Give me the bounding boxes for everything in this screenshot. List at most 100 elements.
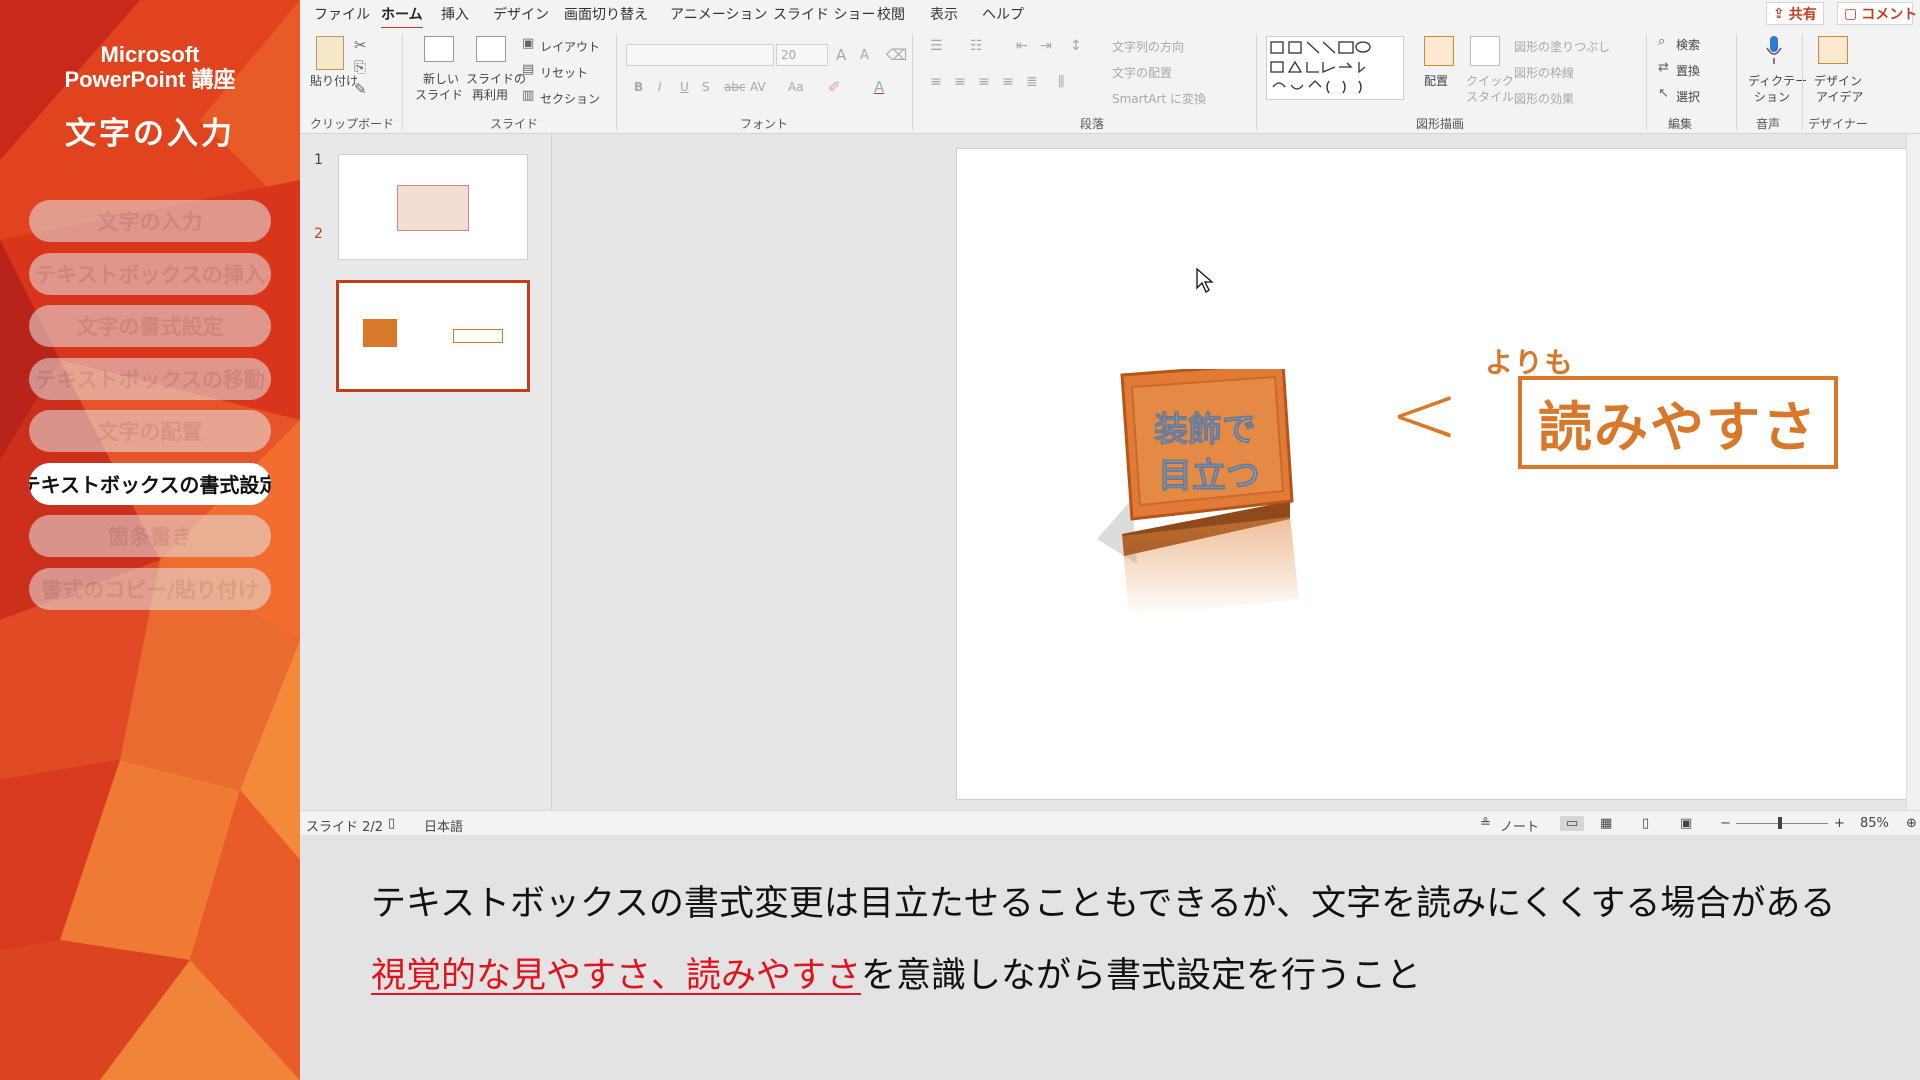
font-color-icon[interactable]: A: [874, 78, 884, 96]
less-than-symbol[interactable]: <: [1389, 365, 1459, 463]
select-button[interactable]: 選択: [1676, 88, 1700, 105]
underline-button[interactable]: U: [680, 80, 689, 94]
char-spacing-button[interactable]: AV: [750, 80, 766, 94]
slide-thumbnail-2[interactable]: [336, 280, 530, 392]
italic-button[interactable]: I: [658, 80, 662, 94]
slide-sorter-icon[interactable]: ▦: [1600, 816, 1612, 831]
highlight-icon[interactable]: ✐: [828, 78, 841, 96]
cut-icon[interactable]: ✂: [354, 36, 367, 54]
shapes-gallery[interactable]: [1266, 36, 1404, 100]
tab-home[interactable]: ホーム: [381, 4, 423, 30]
share-button[interactable]: ⇪ 共有: [1766, 2, 1824, 25]
reading-view-icon[interactable]: ▯: [1642, 816, 1649, 831]
align-center-icon[interactable]: ≡: [954, 74, 966, 90]
change-case-button[interactable]: Aa: [788, 80, 804, 94]
clear-format-icon[interactable]: ⌫: [886, 46, 907, 64]
tab-help[interactable]: ヘルプ: [982, 4, 1024, 24]
format-painter-icon[interactable]: ✎: [354, 80, 367, 98]
tab-review[interactable]: 校閲: [877, 4, 905, 24]
paste-label[interactable]: 貼り付け: [310, 72, 358, 89]
yorimo-text[interactable]: よりも: [1485, 341, 1574, 381]
readable-textbox[interactable]: 読みやすさ: [1518, 376, 1838, 469]
copy-icon[interactable]: ⎘: [354, 58, 366, 76]
align-right-icon[interactable]: ≡: [978, 74, 990, 90]
new-slide-label-2[interactable]: スライド: [415, 86, 463, 103]
tab-file[interactable]: ファイル: [314, 4, 370, 24]
shrink-font-button[interactable]: A: [860, 48, 869, 63]
notes-button[interactable]: ノート: [1500, 816, 1539, 835]
reuse-slides-label-2[interactable]: 再利用: [472, 86, 508, 103]
reuse-slides-icon[interactable]: [476, 36, 506, 62]
bullets-icon[interactable]: ☰: [930, 38, 943, 54]
layout-button[interactable]: レイアウト: [540, 38, 600, 55]
quick-styles-label-2[interactable]: スタイル: [1466, 88, 1514, 105]
tab-transitions[interactable]: 画面切り替え: [564, 4, 648, 24]
shape-effects-button[interactable]: 図形の効果: [1514, 90, 1574, 107]
smartart-button[interactable]: SmartArt に変換: [1112, 90, 1206, 107]
align-left-icon[interactable]: ≡: [930, 74, 942, 90]
columns-icon[interactable]: ⫼: [1058, 74, 1064, 90]
tab-slideshow[interactable]: スライド ショー: [773, 4, 875, 24]
justify-icon[interactable]: ≡: [1002, 74, 1014, 90]
fit-to-window-icon[interactable]: ⊕: [1906, 816, 1917, 831]
new-slide-label-1[interactable]: 新しい: [423, 70, 459, 87]
reset-button[interactable]: リセット: [540, 64, 588, 81]
line-spacing-icon[interactable]: ↕: [1070, 38, 1082, 54]
tab-insert[interactable]: 挿入: [441, 4, 469, 24]
language-indicator[interactable]: 日本語: [424, 816, 463, 835]
menu-item-text-format[interactable]: 文字の書式設定: [29, 305, 271, 347]
replace-button[interactable]: 置換: [1676, 62, 1700, 79]
new-slide-icon[interactable]: [424, 36, 454, 62]
text-direction-button[interactable]: 文字列の方向: [1112, 38, 1184, 55]
tab-design[interactable]: デザイン: [493, 4, 549, 24]
slide-thumbnail-1[interactable]: [338, 154, 528, 260]
find-button[interactable]: 検索: [1676, 36, 1700, 53]
normal-view-icon[interactable]: ▭: [1560, 816, 1585, 831]
zoom-level[interactable]: 85%: [1860, 816, 1889, 831]
shape-outline-button[interactable]: 図形の枠線: [1514, 64, 1574, 81]
comment-button[interactable]: ▢ コメント: [1837, 2, 1917, 25]
design-ideas-label-1[interactable]: デザイン: [1814, 72, 1862, 89]
paste-icon[interactable]: [316, 36, 344, 70]
shadow-button[interactable]: S: [702, 80, 710, 94]
microphone-icon[interactable]: [1764, 34, 1784, 66]
tab-view[interactable]: 表示: [930, 4, 958, 24]
zoom-slider[interactable]: [1736, 817, 1828, 829]
menu-item-text-input[interactable]: 文字の入力: [29, 200, 271, 242]
arrange-icon[interactable]: [1424, 36, 1454, 66]
menu-item-move-textbox[interactable]: テキストボックスの移動: [29, 357, 271, 400]
numbering-icon[interactable]: ☷: [970, 38, 983, 54]
decrease-indent-icon[interactable]: ⇤: [1016, 38, 1028, 54]
distributed-icon[interactable]: ≣: [1026, 74, 1038, 90]
menu-item-format-painter[interactable]: 書式のコピー/貼り付け: [29, 567, 271, 610]
zoom-slider-thumb[interactable]: [1778, 817, 1782, 829]
slideshow-icon[interactable]: ▣: [1680, 816, 1692, 831]
menu-item-text-align[interactable]: 文字の配置: [29, 410, 271, 452]
section-button[interactable]: セクション: [540, 90, 600, 107]
decorated-textbox-3d[interactable]: 装飾で 目立つ: [1077, 369, 1317, 699]
zoom-in-icon[interactable]: +: [1834, 816, 1845, 831]
increase-indent-icon[interactable]: ⇥: [1040, 38, 1052, 54]
slide-canvas[interactable]: 装飾で 目立つ よりも < 読みやすさ: [956, 148, 1920, 800]
align-text-button[interactable]: 文字の配置: [1112, 64, 1172, 81]
reuse-slides-label-1[interactable]: スライドの: [466, 70, 526, 87]
grow-font-button[interactable]: A: [836, 46, 846, 64]
zoom-out-icon[interactable]: −: [1720, 816, 1731, 831]
menu-item-textbox-format[interactable]: テキストボックスの書式設定: [29, 462, 271, 505]
menu-item-bullets[interactable]: 箇条書き: [29, 515, 271, 557]
font-name-dropdown[interactable]: [626, 44, 774, 66]
design-ideas-icon[interactable]: [1818, 36, 1848, 64]
bold-button[interactable]: B: [634, 80, 643, 94]
arrange-label[interactable]: 配置: [1424, 72, 1448, 89]
spellcheck-icon[interactable]: ▯: [388, 816, 395, 831]
shape-fill-button[interactable]: 図形の塗りつぶし: [1514, 38, 1610, 55]
dictate-label-1[interactable]: ディクテー: [1748, 72, 1807, 89]
quick-styles-icon[interactable]: [1470, 36, 1500, 66]
menu-item-insert-textbox[interactable]: テキストボックスの挿入: [29, 252, 271, 295]
strikethrough-icon[interactable]: abc: [724, 80, 746, 94]
quick-styles-label-1[interactable]: クイック: [1466, 72, 1514, 89]
design-ideas-label-2[interactable]: アイデア: [1816, 88, 1863, 105]
font-size-dropdown[interactable]: 20: [776, 44, 828, 66]
vertical-scrollbar[interactable]: [1906, 134, 1920, 810]
dictate-label-2[interactable]: ション: [1754, 88, 1790, 105]
